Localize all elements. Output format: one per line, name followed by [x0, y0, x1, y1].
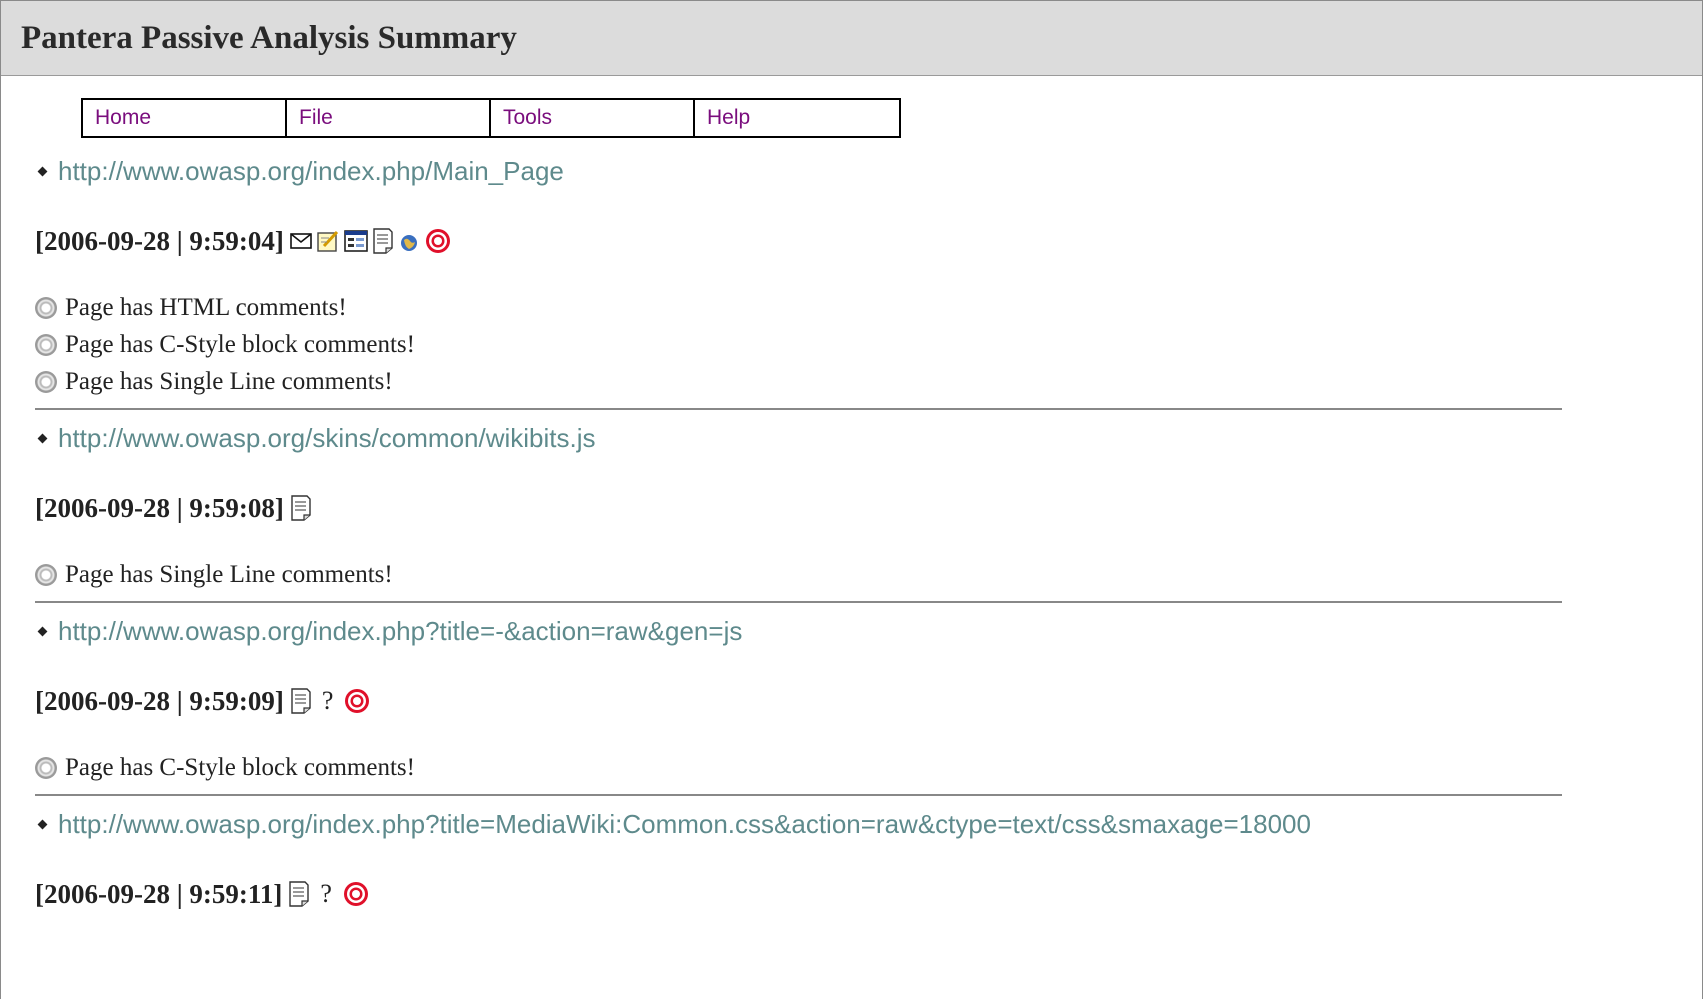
- result-entry: http://www.owasp.org/index.php/Main_Page…: [35, 151, 1703, 400]
- document-icon[interactable]: [290, 688, 312, 714]
- globe-icon[interactable]: [398, 230, 420, 252]
- menu-item-help[interactable]: Help: [695, 100, 899, 136]
- bullet-icon: [37, 433, 48, 443]
- result-url-link[interactable]: http://www.owasp.org/index.php?title=Med…: [58, 809, 1311, 840]
- bullet-icon: [37, 166, 48, 176]
- form-icon[interactable]: [344, 230, 368, 252]
- finding-text: Page has C-Style block comments!: [65, 330, 415, 358]
- info-bullet-icon: [35, 370, 57, 393]
- result-url-link[interactable]: http://www.owasp.org/skins/common/wikibi…: [58, 423, 596, 454]
- info-bullet-icon: [35, 296, 57, 319]
- icon-group: [290, 227, 452, 255]
- findings-list: Page has C-Style block comments!: [35, 749, 1703, 786]
- document-icon[interactable]: [290, 495, 312, 521]
- url-line: http://www.owasp.org/index.php?title=Med…: [35, 804, 1703, 844]
- timestamp-line: [2006-09-28 | 9:59:11] ?: [35, 872, 1703, 916]
- finding-text: Page has Single Line comments!: [65, 367, 393, 395]
- timestamp-line: [2006-09-28 | 9:59:04]: [35, 219, 1703, 263]
- target-icon[interactable]: [342, 880, 370, 908]
- results-list: http://www.owasp.org/index.php/Main_Page…: [1, 151, 1703, 916]
- document-icon[interactable]: [372, 228, 394, 254]
- separator: [35, 601, 1562, 603]
- result-entry: http://www.owasp.org/skins/common/wikibi…: [35, 418, 1703, 593]
- result-entry: http://www.owasp.org/index.php?title=-&a…: [35, 611, 1703, 786]
- finding-item: Page has Single Line comments!: [35, 556, 1703, 593]
- findings-list: Page has HTML comments! Page has C-Style…: [35, 289, 1703, 400]
- page-title: Pantera Passive Analysis Summary: [1, 1, 1702, 76]
- info-bullet-icon: [35, 563, 57, 586]
- result-url-link[interactable]: http://www.owasp.org/index.php?title=-&a…: [58, 616, 742, 647]
- finding-item: Page has HTML comments!: [35, 289, 1703, 326]
- question-mark[interactable]: ?: [320, 879, 332, 909]
- finding-text: Page has HTML comments!: [65, 293, 347, 321]
- icon-group: ?: [290, 686, 372, 716]
- menu-item-file[interactable]: File: [287, 100, 491, 136]
- menu-bar: Home File Tools Help: [81, 98, 901, 138]
- result-entry: http://www.owasp.org/index.php?title=Med…: [35, 804, 1703, 916]
- result-url-link[interactable]: http://www.owasp.org/index.php/Main_Page: [58, 156, 564, 187]
- finding-item: Page has C-Style block comments!: [35, 326, 1703, 363]
- timestamp-line: [2006-09-28 | 9:59:08]: [35, 486, 1703, 530]
- document-icon[interactable]: [288, 881, 310, 907]
- url-line: http://www.owasp.org/index.php?title=-&a…: [35, 611, 1703, 651]
- info-bullet-icon: [35, 756, 57, 779]
- url-line: http://www.owasp.org/skins/common/wikibi…: [35, 418, 1703, 458]
- finding-text: Page has C-Style block comments!: [65, 753, 415, 781]
- edit-icon[interactable]: [316, 229, 340, 253]
- menu-item-home[interactable]: Home: [83, 100, 287, 136]
- timestamp: [2006-09-28 | 9:59:04]: [35, 225, 284, 256]
- finding-item: Page has Single Line comments!: [35, 363, 1703, 400]
- timestamp-line: [2006-09-28 | 9:59:09] ?: [35, 679, 1703, 723]
- url-line: http://www.owasp.org/index.php/Main_Page: [35, 151, 1703, 191]
- question-mark[interactable]: ?: [322, 686, 334, 716]
- timestamp: [2006-09-28 | 9:59:09]: [35, 685, 284, 716]
- icon-group: [290, 495, 312, 521]
- target-icon[interactable]: [343, 687, 371, 715]
- timestamp: [2006-09-28 | 9:59:08]: [35, 492, 284, 523]
- bullet-icon: [37, 819, 48, 829]
- target-icon[interactable]: [424, 227, 452, 255]
- finding-item: Page has C-Style block comments!: [35, 749, 1703, 786]
- report-window: Pantera Passive Analysis Summary Home Fi…: [0, 0, 1703, 999]
- mail-icon[interactable]: [290, 233, 312, 249]
- icon-group: ?: [288, 879, 370, 909]
- separator: [35, 408, 1562, 410]
- timestamp: [2006-09-28 | 9:59:11]: [35, 878, 283, 909]
- bullet-icon: [37, 626, 48, 636]
- findings-list: Page has Single Line comments!: [35, 556, 1703, 593]
- menu-item-tools[interactable]: Tools: [491, 100, 695, 136]
- separator: [35, 794, 1562, 796]
- finding-text: Page has Single Line comments!: [65, 560, 393, 588]
- info-bullet-icon: [35, 333, 57, 356]
